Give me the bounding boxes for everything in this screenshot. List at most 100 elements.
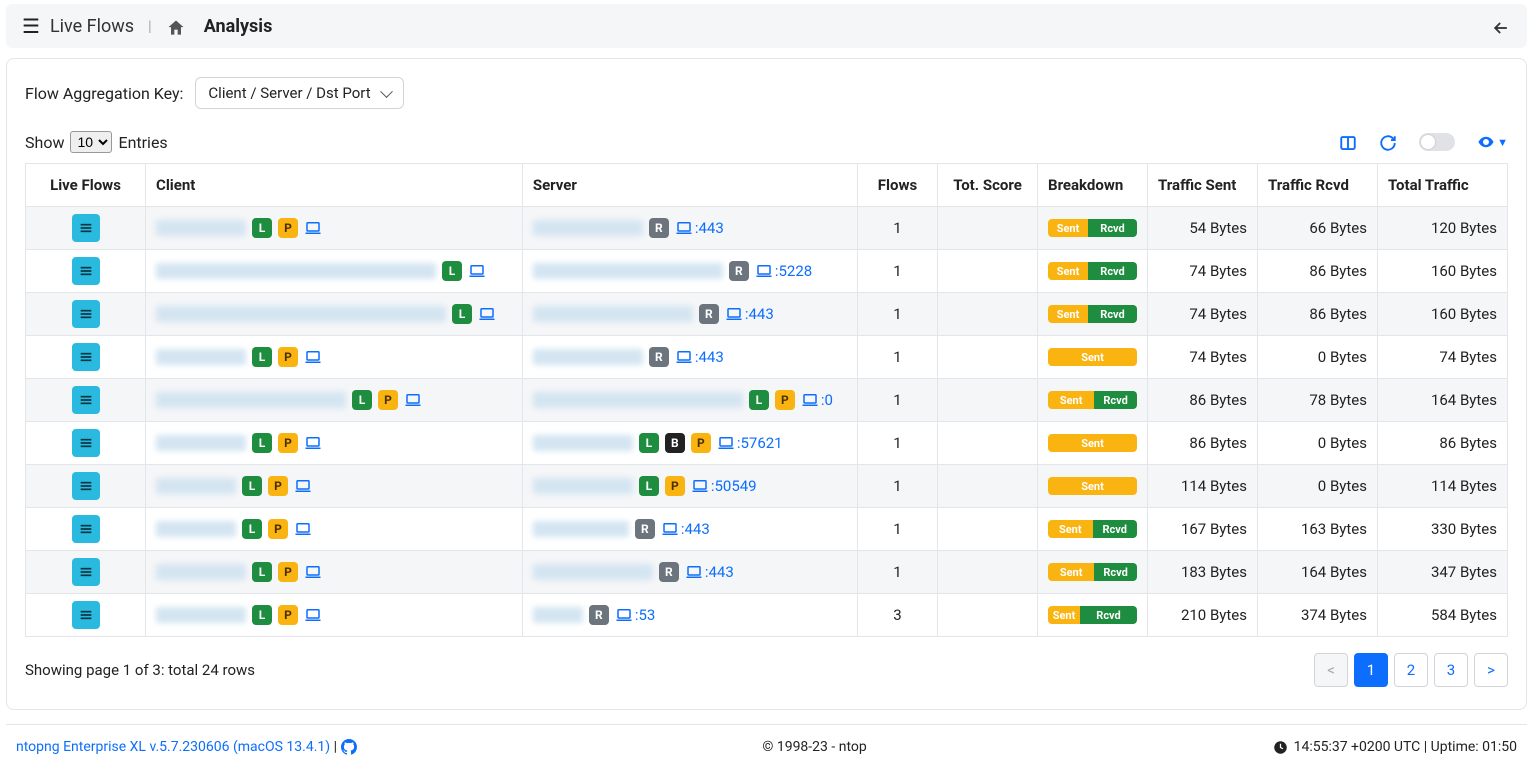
flows-count: 1: [858, 379, 938, 422]
page-next-button[interactable]: >: [1474, 653, 1508, 687]
live-flows-button[interactable]: [72, 429, 100, 457]
flows-count: 1: [858, 551, 938, 594]
server-host-redacted[interactable]: [533, 392, 743, 408]
server-host-redacted[interactable]: [533, 349, 643, 365]
client-host-redacted[interactable]: [156, 263, 436, 279]
score-cell: [938, 336, 1038, 379]
server-cell: LP :0: [533, 390, 847, 410]
server-port-link[interactable]: :443: [685, 563, 734, 581]
col-header-breakdown[interactable]: Breakdown: [1038, 164, 1148, 207]
page-button-1[interactable]: 1: [1354, 653, 1388, 687]
autorefresh-toggle[interactable]: [1419, 133, 1455, 151]
home-icon[interactable]: [166, 14, 186, 38]
score-cell: [938, 379, 1038, 422]
laptop-icon[interactable]: [478, 307, 496, 321]
laptop-icon[interactable]: [468, 264, 486, 278]
visibility-dropdown[interactable]: ▼: [1477, 133, 1508, 151]
badge-R: R: [659, 562, 679, 582]
live-flows-button[interactable]: [72, 300, 100, 328]
laptop-icon[interactable]: [304, 565, 322, 579]
laptop-icon[interactable]: [304, 350, 322, 364]
col-header-score[interactable]: Tot. Score: [938, 164, 1038, 207]
table-row: LP LP :0 1 SentRcvd 86 Bytes 78 Bytes 16…: [26, 379, 1508, 422]
col-header-client[interactable]: Client: [146, 164, 523, 207]
server-port-link[interactable]: :0: [801, 391, 833, 409]
server-host-redacted[interactable]: [533, 306, 693, 322]
col-header-live[interactable]: Live Flows: [26, 164, 146, 207]
live-flows-button[interactable]: [72, 515, 100, 543]
columns-icon[interactable]: [1339, 132, 1357, 153]
client-host-redacted[interactable]: [156, 306, 446, 322]
server-port-link[interactable]: :443: [675, 219, 724, 237]
server-host-redacted[interactable]: [533, 478, 633, 494]
page-size-control: Show 10 Entries: [25, 131, 168, 153]
server-port-link[interactable]: :443: [725, 305, 774, 323]
server-cell: LP :50549: [533, 476, 847, 496]
client-host-redacted[interactable]: [156, 220, 246, 236]
server-port-link[interactable]: :53: [615, 606, 656, 624]
server-host-redacted[interactable]: [533, 521, 629, 537]
main-card: Flow Aggregation Key: Client / Server / …: [6, 58, 1527, 710]
server-port-link[interactable]: :57621: [717, 434, 783, 452]
laptop-icon[interactable]: [404, 393, 422, 407]
refresh-icon[interactable]: [1379, 132, 1397, 153]
client-cell: LP: [156, 476, 512, 496]
client-cell: LP: [156, 390, 512, 410]
live-flows-button[interactable]: [72, 558, 100, 586]
server-host-redacted[interactable]: [533, 220, 643, 236]
badge-B: B: [665, 433, 685, 453]
traffic-total: 120 Bytes: [1378, 207, 1508, 250]
client-host-redacted[interactable]: [156, 521, 236, 537]
col-header-total[interactable]: Total Traffic: [1378, 164, 1508, 207]
live-flows-button[interactable]: [72, 214, 100, 242]
client-cell: LP: [156, 433, 512, 453]
traffic-sent: 210 Bytes: [1148, 594, 1258, 637]
flows-count: 1: [858, 422, 938, 465]
table-row: LP R :53 3 SentRcvd 210 Bytes 374 Bytes …: [26, 594, 1508, 637]
server-host-redacted[interactable]: [533, 607, 583, 623]
client-host-redacted[interactable]: [156, 607, 246, 623]
client-host-redacted[interactable]: [156, 478, 236, 494]
laptop-icon[interactable]: [304, 608, 322, 622]
server-port-link[interactable]: :5228: [755, 262, 812, 280]
aggregation-filter-row: Flow Aggregation Key: Client / Server / …: [25, 77, 1508, 109]
server-port-link[interactable]: :443: [675, 348, 724, 366]
server-host-redacted[interactable]: [533, 564, 653, 580]
live-flows-button[interactable]: [72, 386, 100, 414]
aggregation-label: Flow Aggregation Key:: [25, 84, 183, 103]
live-flows-button[interactable]: [72, 472, 100, 500]
client-host-redacted[interactable]: [156, 392, 346, 408]
live-flows-button[interactable]: [72, 343, 100, 371]
flows-table: Live Flows Client Server Flows Tot. Scor…: [25, 163, 1508, 637]
live-flows-button[interactable]: [72, 257, 100, 285]
col-header-flows[interactable]: Flows: [858, 164, 938, 207]
client-host-redacted[interactable]: [156, 564, 246, 580]
live-flows-button[interactable]: [72, 601, 100, 629]
server-port-link[interactable]: :443: [661, 520, 710, 538]
page-size-select[interactable]: 10: [70, 131, 112, 153]
laptop-icon[interactable]: [294, 479, 312, 493]
client-host-redacted[interactable]: [156, 435, 246, 451]
back-arrow-icon[interactable]: [1491, 14, 1511, 38]
menu-icon[interactable]: ☰: [22, 14, 40, 38]
page-button-2[interactable]: 2: [1394, 653, 1428, 687]
client-host-redacted[interactable]: [156, 349, 246, 365]
laptop-icon[interactable]: [304, 436, 322, 450]
footer-copyright: © 1998-23 - ntop: [762, 739, 866, 755]
col-header-rcvd[interactable]: Traffic Rcvd: [1258, 164, 1378, 207]
laptop-icon[interactable]: [294, 522, 312, 536]
col-header-server[interactable]: Server: [522, 164, 857, 207]
page-button-3[interactable]: 3: [1434, 653, 1468, 687]
github-icon[interactable]: [341, 739, 357, 755]
aggregation-select[interactable]: Client / Server / Dst Port: [195, 77, 403, 109]
traffic-total: 160 Bytes: [1378, 250, 1508, 293]
traffic-sent: 54 Bytes: [1148, 207, 1258, 250]
version-link[interactable]: ntopng Enterprise XL v.5.7.230606 (macOS…: [16, 739, 330, 755]
server-host-redacted[interactable]: [533, 435, 633, 451]
laptop-icon[interactable]: [304, 221, 322, 235]
badge-P: P: [278, 347, 298, 367]
col-header-sent[interactable]: Traffic Sent: [1148, 164, 1258, 207]
page-prev-button[interactable]: <: [1314, 653, 1348, 687]
server-port-link[interactable]: :50549: [691, 477, 757, 495]
server-host-redacted[interactable]: [533, 263, 723, 279]
